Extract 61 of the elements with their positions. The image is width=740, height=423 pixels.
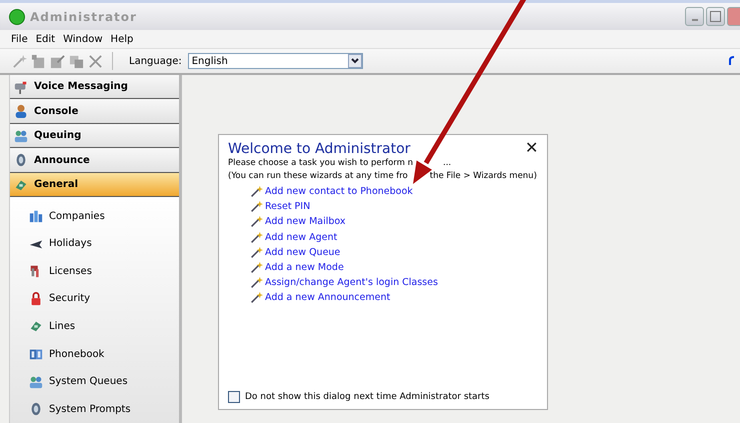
edit-icon[interactable] xyxy=(50,54,65,68)
wand-icon xyxy=(250,261,263,274)
delete-icon[interactable] xyxy=(88,54,103,68)
dialog-title: Welcome to Administrator xyxy=(228,141,410,157)
wizard-link[interactable]: Add new Queue xyxy=(265,246,340,258)
wizard-link[interactable]: Add a new Mode xyxy=(265,262,344,274)
nav-section[interactable]: General xyxy=(10,172,179,198)
wand-icon xyxy=(250,215,263,228)
nav-item[interactable]: Holidays xyxy=(10,230,179,258)
refresh-icon[interactable] xyxy=(728,56,736,66)
language-label: Language: xyxy=(129,56,182,66)
book-icon xyxy=(29,347,43,362)
wand-icon[interactable] xyxy=(12,54,27,68)
nav-section[interactable]: Voice Messaging xyxy=(10,75,179,100)
checkbox-label: Do not show this dialog next time Administrator starts xyxy=(245,392,490,402)
menu-item[interactable]: Window xyxy=(63,34,103,44)
wizard-link[interactable]: Add new Agent xyxy=(265,232,338,243)
people-icon xyxy=(29,374,43,389)
wizard-link[interactable]: Add new Mailbox xyxy=(265,216,346,228)
nav-item[interactable]: Companies xyxy=(10,202,179,230)
menu-item[interactable]: Edit xyxy=(36,34,56,44)
wizard-link[interactable]: Add new contact to Phonebook xyxy=(265,186,413,198)
nav-item[interactable]: System Queues xyxy=(10,368,179,396)
nav-section[interactable]: Console xyxy=(10,99,179,124)
lock-icon xyxy=(29,292,43,306)
app-logo-icon xyxy=(9,8,25,24)
window-title: Administrator xyxy=(30,10,137,24)
wand-icon xyxy=(250,276,263,290)
wand-icon xyxy=(250,185,263,198)
minimize-button[interactable] xyxy=(685,7,704,26)
dialog-text: the File > Wizards menu) xyxy=(430,170,537,183)
wand-icon xyxy=(250,246,263,259)
language-dropdown[interactable]: English xyxy=(188,53,363,69)
buildings-icon xyxy=(29,209,43,224)
checkbox[interactable] xyxy=(228,391,240,403)
menu-item[interactable]: Help xyxy=(110,34,134,44)
close-button[interactable]: ✕ xyxy=(525,141,538,157)
dialog-text: ... xyxy=(443,157,452,170)
wizard-link[interactable]: Add a new Announcement xyxy=(265,292,390,304)
person-icon xyxy=(14,104,28,118)
nav-section[interactable]: Queuing xyxy=(10,124,179,148)
mailbox-icon xyxy=(14,80,28,94)
wizard-link[interactable]: Reset PIN xyxy=(265,201,310,212)
wand-icon xyxy=(250,200,263,214)
maximize-button[interactable] xyxy=(706,7,725,26)
nav-item[interactable]: Lines xyxy=(10,312,179,340)
nav-section[interactable]: Announce xyxy=(10,148,179,173)
dialog-text: (You can run these wizards at any time fro xyxy=(228,170,408,183)
dropdown-caret-icon xyxy=(348,54,362,68)
nav-item[interactable]: Licenses xyxy=(10,257,179,286)
dialog-text: Please choose a task you wish to perform n xyxy=(228,157,414,170)
nav-item[interactable]: Security xyxy=(10,285,179,313)
copy-icon[interactable] xyxy=(69,54,84,68)
people-icon xyxy=(14,128,28,143)
wizard-link[interactable]: Assign/change Agent's login Classes xyxy=(265,277,438,288)
menu-item[interactable]: File xyxy=(11,34,28,44)
wand-icon xyxy=(250,230,263,244)
new-item-icon[interactable] xyxy=(31,54,46,68)
nav-item[interactable]: System Prompts xyxy=(10,395,179,423)
wand-icon xyxy=(250,291,263,304)
nav-item[interactable]: Phonebook xyxy=(10,340,179,368)
